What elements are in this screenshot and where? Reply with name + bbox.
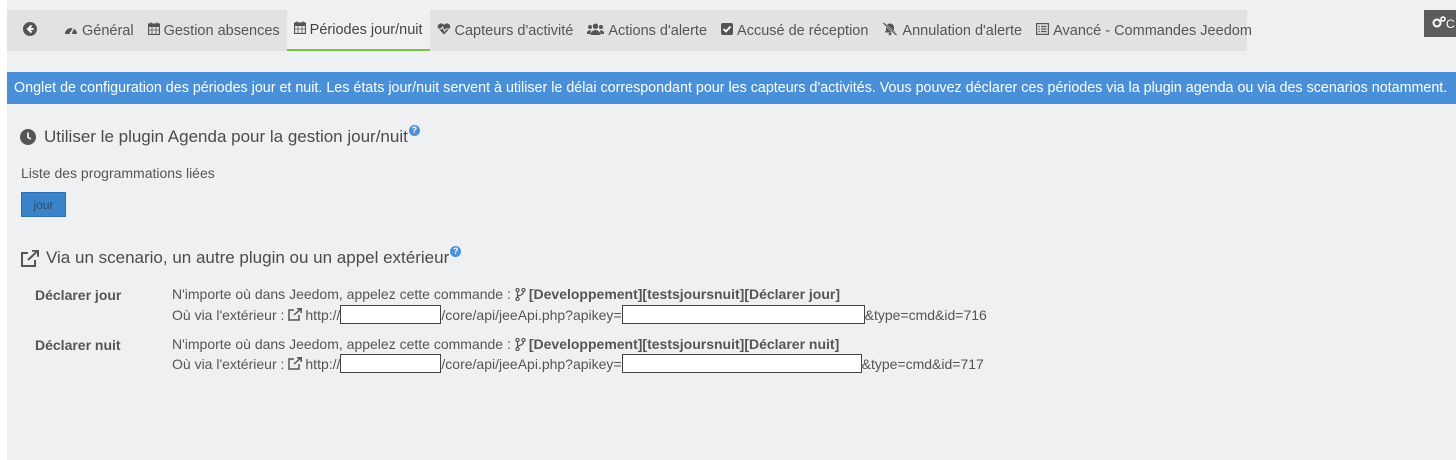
tab-label: Capteurs d'activité xyxy=(454,22,574,39)
tab-avance-commandes[interactable]: Avancé - Commandes Jeedom xyxy=(1029,10,1259,51)
check-square-icon xyxy=(721,22,737,39)
declarer-jour-command-line: N'importe où dans Jeedom, appelez cette … xyxy=(172,286,840,302)
tab-capteurs-activite[interactable]: Capteurs d'activité xyxy=(430,10,581,51)
url-suffix: &type=cmd&id=717 xyxy=(861,355,984,372)
tab-label: Avancé - Commandes Jeedom xyxy=(1053,22,1252,39)
heartbeat-icon xyxy=(437,22,455,39)
calendar-icon xyxy=(147,22,164,39)
external-link-icon xyxy=(288,357,303,370)
bell-slash-icon xyxy=(882,21,902,40)
declarer-nuit-command-line: N'importe où dans Jeedom, appelez cette … xyxy=(172,336,839,352)
tab-annulation-alerte[interactable]: Annulation d'alerte xyxy=(875,10,1029,51)
command-prefix: N'importe où dans Jeedom, appelez cette … xyxy=(172,336,511,352)
section-agenda-title-text: Utiliser le plugin Agenda pour la gestio… xyxy=(44,127,408,146)
tab-label: Accusé de réception xyxy=(737,22,869,39)
tab-general[interactable]: Général xyxy=(57,10,141,51)
section-external-title: Via un scenario, un autre plugin ou un a… xyxy=(20,245,462,268)
url-path: /core/api/jeeApi.php?apikey= xyxy=(441,306,622,323)
programmation-jour-button[interactable]: jour xyxy=(21,192,66,217)
tab-label: Périodes jour/nuit xyxy=(309,21,423,38)
cogs-icon xyxy=(1432,16,1446,31)
tab-label: Gestion absences xyxy=(163,22,280,39)
programmations-label: Liste des programmations liées xyxy=(21,165,215,181)
help-icon[interactable]: ? xyxy=(450,245,462,257)
command-prefix: N'importe où dans Jeedom, appelez cette … xyxy=(172,286,511,302)
info-banner: Onglet de configuration des périodes jou… xyxy=(7,72,1456,104)
configuration-button-label: C xyxy=(1446,16,1455,31)
url-suffix: &type=cmd&id=716 xyxy=(864,306,987,323)
users-icon xyxy=(587,23,608,39)
tab-bar: Général Gestion absences Périodes jour/n… xyxy=(7,10,1252,51)
declarer-nuit-url-line: Où via l'extérieur : http:// /core/api/j… xyxy=(172,354,984,373)
code-fork-icon xyxy=(515,287,526,301)
declarer-jour-url-line: Où via l'extérieur : http:// /core/api/j… xyxy=(172,305,987,324)
host-input[interactable] xyxy=(340,305,442,324)
clock-icon xyxy=(20,129,36,145)
tab-actions-alerte[interactable]: Actions d'alerte xyxy=(580,10,714,51)
apikey-input[interactable] xyxy=(621,354,862,373)
url-http: http:// xyxy=(305,355,341,372)
apikey-input[interactable] xyxy=(621,305,865,324)
tab-accuse-reception[interactable]: Accusé de réception xyxy=(714,10,875,51)
command-name: [Developpement][testsjoursnuit][Déclarer… xyxy=(528,336,840,352)
list-alt-icon xyxy=(1036,22,1053,39)
url-prefix: Où via l'extérieur : xyxy=(172,355,285,372)
url-path: /core/api/jeeApi.php?apikey= xyxy=(441,355,622,372)
info-banner-text: Onglet de configuration des périodes jou… xyxy=(14,80,1448,96)
section-agenda-title: Utiliser le plugin Agenda pour la gestio… xyxy=(20,124,420,147)
host-input[interactable] xyxy=(340,354,442,373)
section-external-title-text: Via un scenario, un autre plugin ou un a… xyxy=(46,248,450,267)
external-link-icon xyxy=(288,308,303,321)
tab-label: Général xyxy=(82,22,134,39)
external-link-icon xyxy=(20,249,39,267)
url-prefix: Où via l'extérieur : xyxy=(172,306,285,323)
declarer-nuit-label: Déclarer nuit xyxy=(35,337,121,353)
tab-gestion-absences[interactable]: Gestion absences xyxy=(141,10,287,51)
tab-label: Actions d'alerte xyxy=(608,22,708,39)
code-fork-icon xyxy=(515,337,526,351)
tachometer-icon xyxy=(64,23,82,39)
configuration-button[interactable]: C xyxy=(1424,10,1456,37)
tab-label: Annulation d'alerte xyxy=(902,22,1023,39)
tab-periodes-jour-nuit[interactable]: Périodes jour/nuit xyxy=(286,10,430,51)
help-icon[interactable]: ? xyxy=(408,124,420,136)
url-http: http:// xyxy=(305,306,341,323)
calendar-icon xyxy=(293,21,310,38)
arrow-circle-left-icon xyxy=(23,21,41,40)
command-name: [Developpement][testsjoursnuit][Déclarer… xyxy=(528,286,841,302)
tab-back[interactable] xyxy=(7,10,57,51)
main-panel xyxy=(7,0,1456,460)
declarer-jour-label: Déclarer jour xyxy=(35,287,122,303)
